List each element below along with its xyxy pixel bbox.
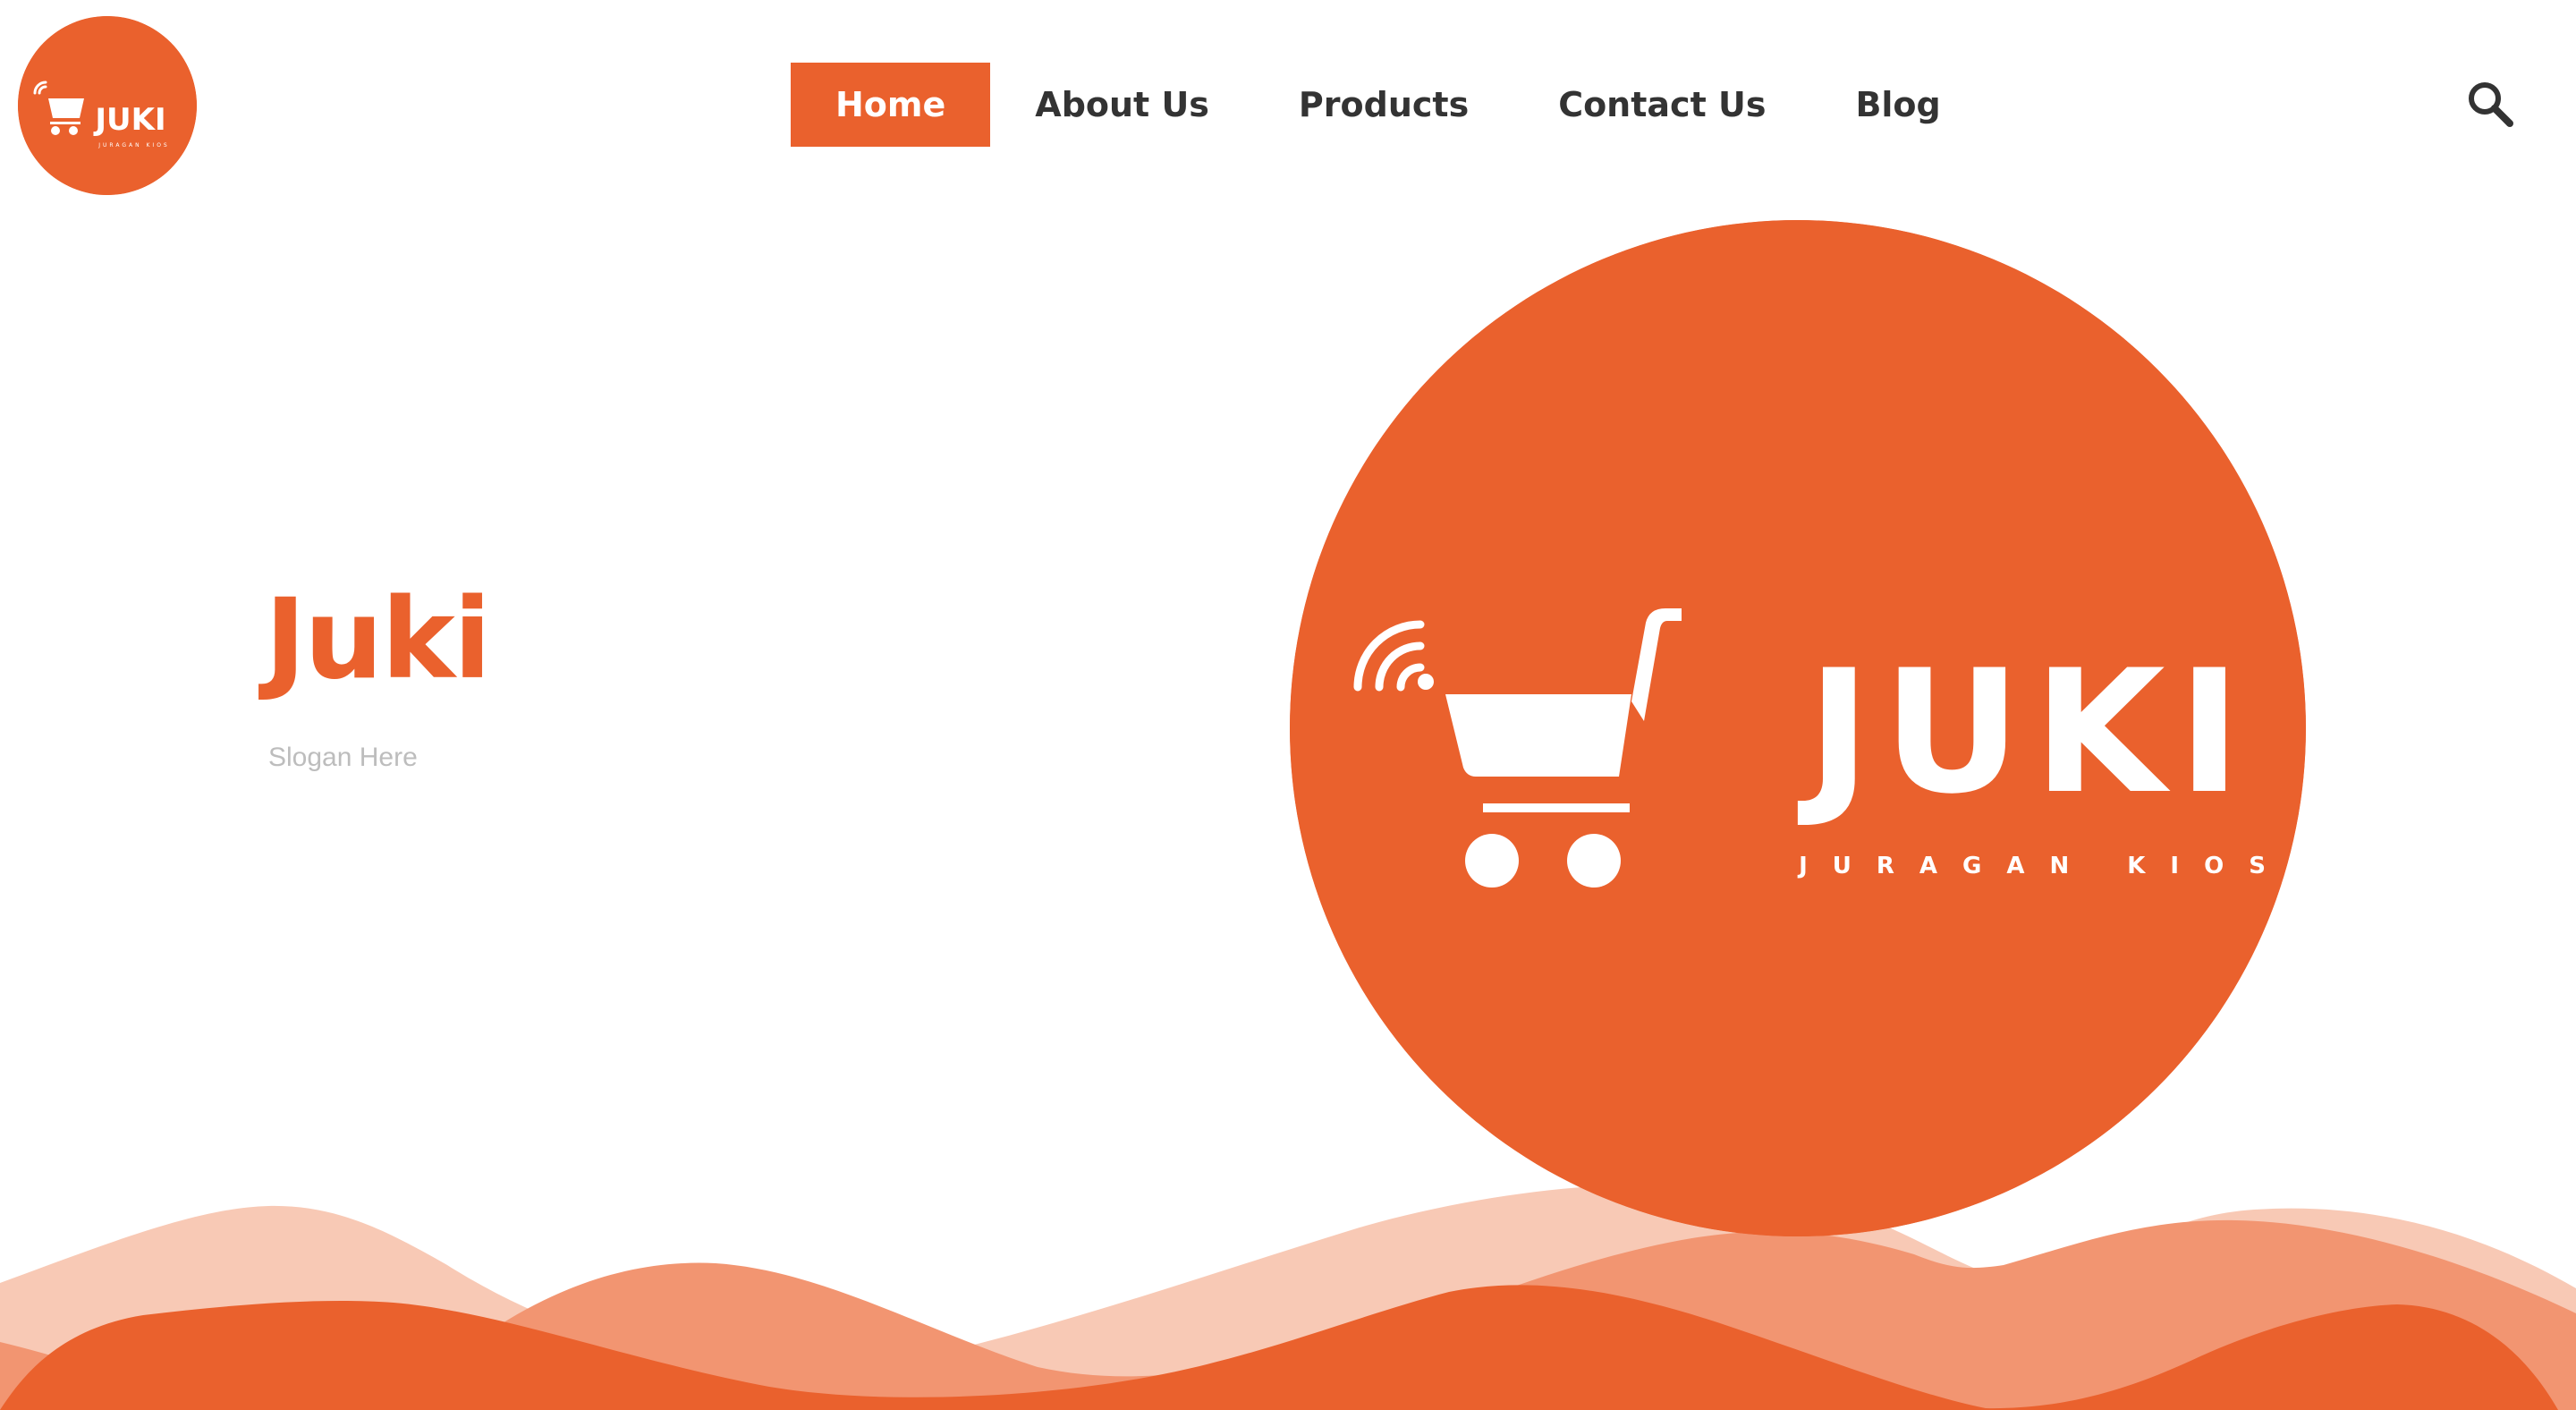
nav-blog[interactable]: Blog (1810, 63, 1985, 147)
svg-text:JUKI: JUKI (1798, 633, 2254, 831)
svg-text:JUKI: JUKI (93, 102, 165, 138)
nav-home[interactable]: Home (791, 63, 991, 147)
search-icon (2469, 82, 2513, 127)
nav-about-us[interactable]: About Us (990, 63, 1254, 147)
nav-products[interactable]: Products (1254, 63, 1513, 147)
hero-logo: JUKI JURAGAN KIOS (1290, 220, 2306, 1236)
svg-text:JURAGAN KIOS: JURAGAN KIOS (97, 142, 169, 149)
main-nav: Home About Us Products Contact Us Blog (791, 63, 1986, 147)
juki-logo-large-icon: JUKI JURAGAN KIOS (1290, 220, 2306, 1236)
svg-text:JURAGAN KIOS: JURAGAN KIOS (1797, 853, 2291, 879)
site-logo[interactable]: JUKI JURAGAN KIOS (18, 16, 197, 195)
juki-logo-icon: JUKI JURAGAN KIOS (18, 16, 197, 195)
hero-slogan: Slogan Here (268, 743, 418, 772)
nav-contact-us[interactable]: Contact Us (1513, 63, 1810, 147)
hero-title: Juki (265, 575, 491, 704)
decorative-waves (0, 1163, 2576, 1410)
search-button[interactable] (2465, 79, 2515, 129)
